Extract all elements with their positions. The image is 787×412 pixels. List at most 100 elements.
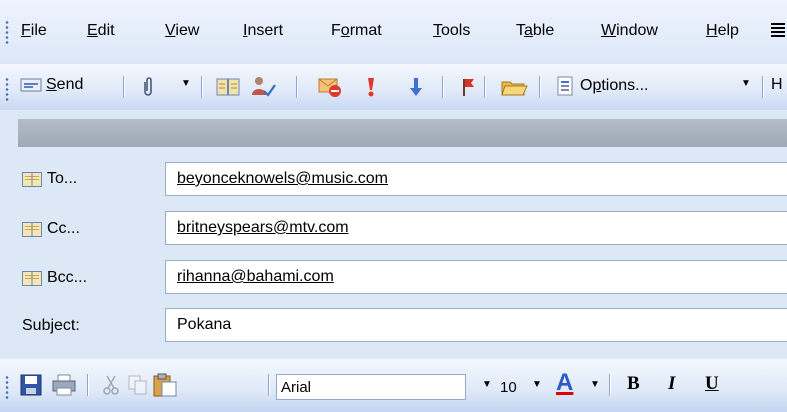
- chevron-down-icon: ▼: [590, 379, 600, 390]
- menu-help[interactable]: Help: [706, 22, 739, 40]
- subject-label-text: Subject:: [22, 317, 80, 334]
- font-size-dropdown-button[interactable]: ▼: [532, 379, 542, 390]
- to-field[interactable]: beyonceknowels@music.com: [165, 162, 787, 196]
- chevron-down-icon: ▼: [181, 78, 191, 89]
- toolbar-separator: [609, 374, 610, 396]
- save-button[interactable]: [20, 374, 42, 396]
- menu-tools[interactable]: Tools: [433, 22, 470, 40]
- folder-icon: [501, 81, 528, 96]
- cc-button[interactable]: Cc...: [22, 220, 80, 238]
- menu-bar-grip[interactable]: [5, 20, 9, 44]
- menu-file-label: ile: [30, 22, 47, 39]
- address-book-button[interactable]: [216, 77, 240, 97]
- subject-field[interactable]: Pokana: [165, 308, 787, 342]
- toolbar-separator: [539, 76, 540, 98]
- menu-file[interactable]: File: [21, 22, 47, 40]
- address-book-icon: [22, 270, 42, 286]
- font-size-value: 10: [500, 378, 517, 396]
- check-names-icon: [252, 77, 276, 97]
- high-importance-icon: [368, 78, 374, 97]
- options-dropdown-button[interactable]: ▼: [741, 78, 751, 89]
- font-color-button[interactable]: A: [556, 369, 573, 397]
- to-button[interactable]: To...: [22, 170, 77, 188]
- menu-table-label: ble: [532, 22, 555, 39]
- paste-icon: [153, 373, 177, 397]
- menu-table-pre: T: [516, 22, 524, 39]
- cut-button[interactable]: [102, 374, 120, 396]
- cut-icon: [103, 375, 119, 395]
- options-label: Options...: [580, 77, 649, 94]
- font-name-dropdown-button[interactable]: ▼: [482, 379, 492, 390]
- address-book-icon: [216, 78, 240, 96]
- high-importance-button[interactable]: [366, 76, 376, 98]
- menu-window-accel: W: [601, 22, 617, 39]
- font-name-combo[interactable]: Arial: [276, 374, 466, 400]
- paste-button[interactable]: [152, 372, 178, 398]
- menu-format[interactable]: Format: [331, 22, 382, 40]
- bcc-label: Bcc...: [47, 269, 88, 286]
- permission-button[interactable]: [318, 76, 342, 98]
- menu-help-accel: H: [706, 22, 718, 39]
- menu-edit-label: dit: [97, 22, 115, 39]
- menu-table-accel: a: [524, 22, 533, 39]
- underline-icon: U: [705, 373, 719, 394]
- toolbar-grip[interactable]: [5, 375, 9, 399]
- cc-field[interactable]: britneyspears@mtv.com: [165, 211, 787, 245]
- menu-help-label: elp: [717, 22, 739, 39]
- check-names-button[interactable]: [250, 75, 276, 99]
- save-icon: [20, 374, 42, 396]
- send-label: Send: [46, 76, 84, 93]
- permission-icon: [318, 78, 341, 97]
- toolbar-separator: [87, 374, 88, 396]
- folder-button[interactable]: [500, 76, 528, 98]
- standard-toolbar: Send ▼ Options... ▼ H: [0, 64, 787, 110]
- toolbar-separator: [442, 76, 443, 98]
- bcc-field[interactable]: rihanna@bahami.com: [165, 260, 787, 294]
- print-button[interactable]: [52, 374, 76, 396]
- font-size-combo[interactable]: 10: [496, 374, 528, 400]
- bcc-recipient[interactable]: rihanna@bahami.com: [177, 268, 334, 286]
- follow-up-flag-icon: [463, 79, 474, 96]
- bold-icon: B: [627, 373, 640, 394]
- low-importance-button[interactable]: [410, 76, 422, 98]
- follow-up-button[interactable]: [460, 76, 476, 98]
- info-bar: [18, 119, 787, 147]
- attach-file-button[interactable]: [141, 76, 155, 98]
- attach-dropdown-button[interactable]: ▼: [181, 78, 191, 89]
- menu-window[interactable]: Window: [601, 22, 658, 40]
- to-recipient[interactable]: beyonceknowels@music.com: [177, 170, 388, 188]
- menu-insert[interactable]: Insert: [243, 22, 283, 40]
- menu-tools-accel: T: [433, 22, 441, 39]
- toolbar-separator: [762, 76, 763, 98]
- toolbar-grip[interactable]: [5, 77, 9, 101]
- options-button[interactable]: Options...: [556, 76, 649, 96]
- bold-button[interactable]: B: [627, 373, 640, 395]
- toolbar-separator: [484, 76, 485, 98]
- options-icon: [557, 76, 573, 96]
- address-book-icon: [22, 171, 42, 187]
- underline-button[interactable]: U: [705, 373, 719, 395]
- font-color-dropdown-button[interactable]: ▼: [590, 379, 600, 390]
- cc-label: Cc...: [47, 220, 80, 237]
- italic-button[interactable]: I: [668, 373, 675, 395]
- copy-icon: [128, 375, 147, 395]
- subject-label: Subject:: [22, 317, 80, 335]
- font-color-icon: A: [556, 369, 574, 396]
- menu-format-accel: o: [340, 22, 350, 39]
- menu-tools-label: ools: [441, 22, 471, 39]
- menu-format-pre: F: [331, 22, 341, 39]
- menu-table[interactable]: Table: [516, 22, 554, 40]
- send-button[interactable]: Send: [20, 76, 83, 94]
- menu-overflow-icon[interactable]: [771, 23, 785, 39]
- cc-recipient[interactable]: britneyspears@mtv.com: [177, 219, 349, 237]
- bcc-button[interactable]: Bcc...: [22, 269, 87, 287]
- copy-button[interactable]: [127, 374, 149, 396]
- send-envelope-icon: [20, 78, 42, 92]
- menu-edit[interactable]: Edit: [87, 22, 115, 40]
- font-name-value: Arial: [281, 378, 312, 396]
- chevron-down-icon: ▼: [532, 379, 542, 390]
- menu-view[interactable]: View: [165, 22, 199, 40]
- toolbar-overflow-button[interactable]: H: [771, 76, 783, 94]
- paperclip-icon: [144, 77, 152, 96]
- chevron-down-icon: ▼: [482, 379, 492, 390]
